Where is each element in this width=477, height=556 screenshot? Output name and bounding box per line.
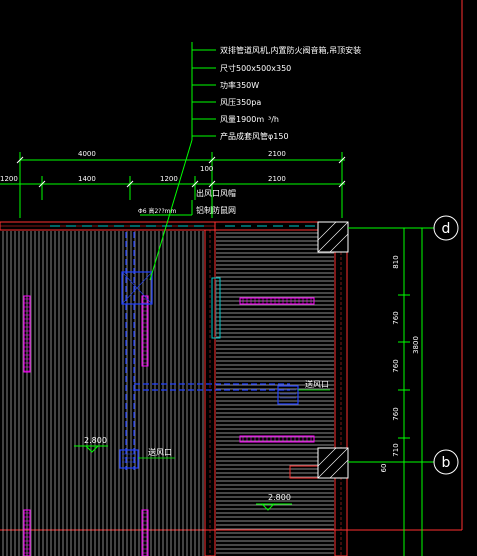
outlet-cap-label: 出风口风帽 <box>196 188 236 198</box>
dim-710: 710 <box>392 443 400 456</box>
note-line-5: 风量1900m <box>220 115 264 124</box>
dim-60: 60 <box>380 464 388 473</box>
level-right-text: 2.800 <box>268 493 291 502</box>
right-room-hatch <box>216 232 334 554</box>
dim-2100-top: 2100 <box>268 150 286 158</box>
dim-1200-a: 1200 <box>0 175 18 183</box>
cad-floor-plan: d b 2.800 2.800 双排管道风机,内置防火阀音箱,吊顶安装 尺寸50… <box>0 0 463 556</box>
dim-760-b: 760 <box>392 359 400 372</box>
axis-d: d <box>348 215 459 241</box>
note-leader-ticks <box>192 49 216 137</box>
note-line-2: 尺寸500x500x350 <box>220 63 291 73</box>
dim-100: 100 <box>200 165 213 173</box>
axis-d-label: d <box>442 221 451 237</box>
left-room-hatch <box>2 231 204 556</box>
level-left-text: 2.800 <box>84 436 107 445</box>
note-line-1: 双排管道风机,内置防火阀音箱,吊顶安装 <box>220 45 361 55</box>
dim-1400: 1400 <box>78 175 96 183</box>
columns <box>317 221 349 479</box>
note-line-4: 风压350pa <box>220 98 261 107</box>
note-line-3: 功率350W <box>220 80 259 90</box>
dimension-ticks <box>16 156 346 188</box>
duct-size-label: Φ6 高2??mm <box>138 207 176 215</box>
axis-b-label: b <box>442 455 451 471</box>
supply-outlet-right-label: 送风口 <box>305 379 329 389</box>
dim-810: 810 <box>392 255 400 268</box>
vertical-dimension-texts: 810 760 760 760 710 60 3800 <box>380 255 420 472</box>
dim-1200-b: 1200 <box>160 175 178 183</box>
dim-760-c: 760 <box>392 407 400 420</box>
note-line-6: 产品成套风管φ150 <box>220 131 289 141</box>
axis-b: b <box>348 449 459 475</box>
note-line-5-unit: ³/h <box>268 115 279 124</box>
dim-2100-row2: 2100 <box>268 175 286 183</box>
mesh-label: 铝制防鼠网 <box>196 205 236 215</box>
supply-outlet-left-label: 送风口 <box>148 447 172 457</box>
dim-4000: 4000 <box>78 150 96 158</box>
dimension-texts: 4000 2100 100 1200 1400 1200 2100 <box>0 150 286 183</box>
equipment-notes: 双排管道风机,内置防火阀音箱,吊顶安装 尺寸500x500x350 功率350W… <box>220 45 361 141</box>
dim-760-a: 760 <box>392 311 400 324</box>
level-marker-right: 2.800 <box>256 493 292 511</box>
dim-3800: 3800 <box>412 336 420 354</box>
